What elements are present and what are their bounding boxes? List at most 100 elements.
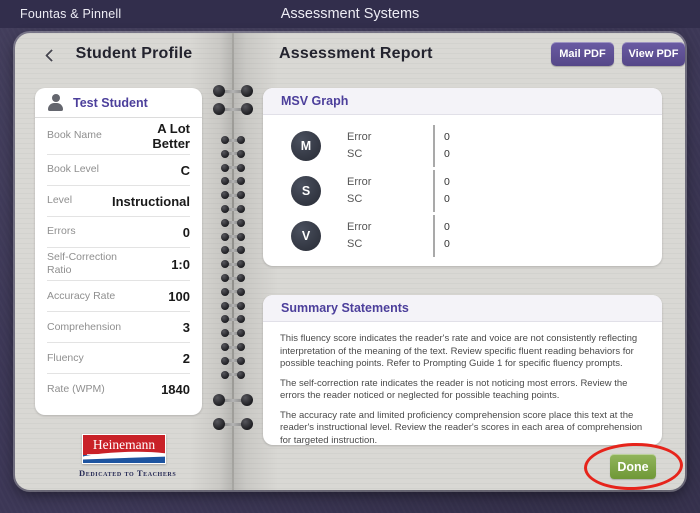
msv-row-v: V Error SC 0 0 <box>291 213 662 258</box>
spiral-ring <box>213 394 253 406</box>
summary-title: Summary Statements <box>263 295 662 322</box>
summary-paragraph-accuracy: The accuracy rate and limited proficienc… <box>280 410 645 445</box>
msv-error-value: 0 <box>444 129 450 146</box>
stat-label: Self-Correction Ratio <box>47 251 131 277</box>
msv-error-label: Error <box>347 219 405 236</box>
spiral-ring <box>213 103 253 115</box>
spiral-ring <box>221 205 245 213</box>
stat-label: Rate (WPM) <box>47 383 131 396</box>
summary-paragraph-fluency: This fluency score indicates the reader'… <box>280 333 645 371</box>
msv-error-value: 0 <box>444 219 450 236</box>
stat-value: 3 <box>183 320 190 335</box>
heinemann-tagline: Dedicated to Teachers <box>79 468 169 478</box>
spiral-ring <box>221 164 245 172</box>
spiral-ring <box>221 177 245 185</box>
student-header: Test Student <box>35 88 202 118</box>
heinemann-wave-icon <box>83 455 166 463</box>
summary-statements-card: Summary Statements This fluency score in… <box>263 295 662 445</box>
spiral-ring <box>221 233 245 241</box>
student-name: Test Student <box>73 96 148 110</box>
stat-label: Comprehension <box>47 321 131 334</box>
stat-value: 2 <box>183 351 190 366</box>
stat-row-accuracy: Accuracy Rate 100 <box>47 281 190 312</box>
msv-error-value: 0 <box>444 174 450 191</box>
spiral-ring <box>221 246 245 254</box>
stat-label: Book Name <box>47 129 123 142</box>
stat-label: Errors <box>47 225 131 238</box>
msv-divider <box>433 125 435 167</box>
msv-graph-body: M Error SC 0 0 S Error SC <box>263 115 662 258</box>
right-page: Assessment Report Mail PDF View PDF MSV … <box>233 33 685 490</box>
spiral-ring <box>221 357 245 365</box>
stat-value: 1840 <box>161 382 190 397</box>
spiral-binding <box>215 33 251 490</box>
view-pdf-button[interactable]: View PDF <box>622 42 685 66</box>
stat-label: Level <box>47 194 112 207</box>
spiral-ring <box>221 136 245 144</box>
msv-v-badge: V <box>291 221 321 251</box>
msv-sc-label: SC <box>347 236 405 253</box>
msv-error-label: Error <box>347 174 405 191</box>
msv-m-badge: M <box>291 131 321 161</box>
stat-value: 1:0 <box>171 257 190 272</box>
done-button[interactable]: Done <box>610 454 656 479</box>
spiral-ring <box>221 219 245 227</box>
spiral-ring <box>221 288 245 296</box>
spiral-ring <box>221 191 245 199</box>
spiral-ring <box>221 343 245 351</box>
heinemann-logo-box: Heinemann <box>82 434 166 464</box>
msv-sc-value: 0 <box>444 236 450 253</box>
spiral-ring <box>221 371 245 379</box>
stat-row-book-name: Book Name A Lot Better <box>47 118 190 155</box>
msv-divider <box>433 170 435 212</box>
msv-graph-title: MSV Graph <box>263 88 662 115</box>
msv-sc-value: 0 <box>444 146 450 163</box>
stat-row-fluency: Fluency 2 <box>47 343 190 374</box>
mail-pdf-button[interactable]: Mail PDF <box>551 42 614 66</box>
stat-row-book-level: Book Level C <box>47 155 190 186</box>
msv-row-s: S Error SC 0 0 <box>291 168 662 213</box>
stat-row-comprehension: Comprehension 3 <box>47 312 190 343</box>
summary-paragraph-self-correction: The self-correction rate indicates the r… <box>280 378 645 403</box>
stat-value: 0 <box>183 225 190 240</box>
app-bar: Fountas & Pinnell Assessment Systems <box>0 0 700 28</box>
stat-row-rate-wpm: Rate (WPM) 1840 <box>47 374 190 405</box>
stat-label: Book Level <box>47 163 131 176</box>
stat-label: Accuracy Rate <box>47 290 131 303</box>
heinemann-logo: Heinemann Dedicated to Teachers <box>79 434 169 478</box>
left-page-title: Student Profile <box>55 45 213 63</box>
notebook: Student Profile Test Student Book Name A… <box>15 33 685 490</box>
left-page: Student Profile Test Student Book Name A… <box>15 33 233 490</box>
stat-value: C <box>181 163 190 178</box>
spiral-ring <box>213 85 253 97</box>
msv-sc-value: 0 <box>444 191 450 208</box>
stat-value: A Lot Better <box>123 121 190 151</box>
student-stats-list: Book Name A Lot Better Book Level C Leve… <box>35 118 202 405</box>
app-title: Assessment Systems <box>0 6 700 22</box>
spiral-ring <box>221 329 245 337</box>
msv-graph-card: MSV Graph M Error SC 0 0 S <box>263 88 662 266</box>
msv-sc-label: SC <box>347 146 405 163</box>
spiral-ring <box>221 260 245 268</box>
stat-row-level: Level Instructional <box>47 186 190 217</box>
spiral-ring <box>221 274 245 282</box>
left-page-header: Student Profile <box>15 42 233 72</box>
spiral-ring <box>213 418 253 430</box>
stat-value: Instructional <box>112 194 190 209</box>
stat-row-self-correction: Self-Correction Ratio 1:0 <box>47 248 190 281</box>
summary-body: This fluency score indicates the reader'… <box>263 322 662 445</box>
stat-row-errors: Errors 0 <box>47 217 190 248</box>
msv-sc-label: SC <box>347 191 405 208</box>
msv-s-badge: S <box>291 176 321 206</box>
msv-error-label: Error <box>347 129 405 146</box>
spiral-ring <box>221 315 245 323</box>
person-icon <box>48 94 63 111</box>
right-page-title: Assessment Report <box>279 45 433 63</box>
stat-label: Fluency <box>47 352 131 365</box>
msv-row-m: M Error SC 0 0 <box>291 123 662 168</box>
student-profile-card: Test Student Book Name A Lot Better Book… <box>35 88 202 415</box>
spiral-ring <box>221 302 245 310</box>
spiral-ring <box>221 150 245 158</box>
msv-divider <box>433 215 435 257</box>
stat-value: 100 <box>168 289 190 304</box>
